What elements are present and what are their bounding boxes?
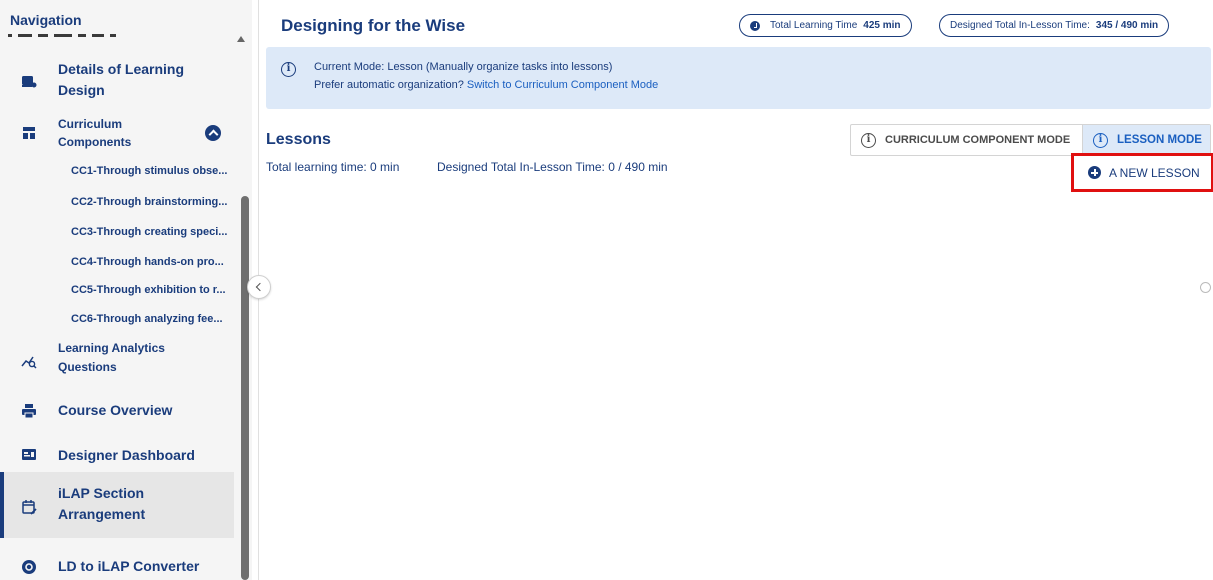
curriculum-component-mode-button[interactable]: i CURRICULUM COMPONENT MODE bbox=[851, 125, 1083, 155]
lesson-mode-button[interactable]: i LESSON MODE bbox=[1083, 125, 1210, 155]
scroll-up-arrow[interactable] bbox=[237, 36, 245, 42]
clock-icon bbox=[750, 20, 760, 31]
total-learning-time-text: Total learning time: 0 min bbox=[266, 160, 400, 174]
loading-indicator bbox=[1200, 282, 1211, 293]
designed-in-lesson-time-badge: Designed Total In-Lesson Time: 345 / 490… bbox=[939, 14, 1170, 37]
designed-time-label: Designed Total In-Lesson Time: bbox=[950, 20, 1090, 31]
converter-icon bbox=[22, 560, 36, 574]
sidebar-item-learning-analytics-questions[interactable]: Learning Analytics Questions bbox=[0, 339, 234, 377]
current-mode-text: Current Mode: Lesson (Manually organize … bbox=[314, 61, 613, 73]
sidebar-item-ilap-section-arrangement[interactable]: iLAP Section Arrangement bbox=[0, 472, 234, 538]
sidebar-item-details-of-learning-design[interactable]: Details of Learning Design bbox=[0, 58, 234, 102]
sidebar-item-label: Curriculum bbox=[58, 117, 123, 131]
sidebar-item-label: Details of Learning bbox=[58, 61, 185, 77]
sidebar-item-ld-to-ilap-converter[interactable]: LD to iLAP Converter bbox=[0, 556, 234, 578]
sidebar-item-label: Questions bbox=[58, 360, 117, 374]
sidebar-item-label: Learning Analytics bbox=[58, 341, 165, 355]
info-icon: i bbox=[281, 62, 296, 77]
sidebar-item-label: Arrangement bbox=[58, 506, 146, 522]
info-icon: i bbox=[861, 132, 876, 148]
sidebar-item-curriculum-components[interactable]: Curriculum Components bbox=[0, 114, 234, 152]
sidebar-subitem-cc1[interactable]: CC1-Through stimulus obse... bbox=[71, 165, 227, 177]
sidebar-subitem-cc3[interactable]: CC3-Through creating speci... bbox=[71, 226, 227, 238]
curriculum-mode-label: CURRICULUM COMPONENT MODE bbox=[885, 134, 1071, 146]
total-learning-time-badge: Total Learning Time 425 min bbox=[739, 14, 912, 37]
page-title: Designing for the Wise bbox=[281, 16, 466, 35]
sidebar-item-designer-dashboard[interactable]: Designer Dashboard bbox=[0, 445, 234, 467]
info-icon: i bbox=[1093, 132, 1108, 148]
sidebar-subitem-cc2[interactable]: CC2-Through brainstorming... bbox=[71, 196, 227, 208]
new-lesson-label: A NEW LESSON bbox=[1109, 165, 1200, 180]
switch-mode-prefix: Prefer automatic organization? bbox=[314, 79, 464, 91]
sidebar-subitem-cc4[interactable]: CC4-Through hands-on pro... bbox=[71, 256, 224, 268]
plus-circle-icon bbox=[1088, 166, 1101, 179]
analytics-search-icon bbox=[21, 356, 37, 369]
designed-in-lesson-time-text: Designed Total In-Lesson Time: 0 / 490 m… bbox=[437, 160, 668, 174]
printer-icon bbox=[22, 404, 36, 419]
sidebar-item-label: LD to iLAP Converter bbox=[58, 558, 200, 574]
sidebar-title: Navigation bbox=[10, 12, 82, 28]
chevron-up-icon[interactable] bbox=[205, 125, 221, 141]
lesson-mode-label: LESSON MODE bbox=[1117, 134, 1202, 146]
cut-off-nav-item bbox=[8, 30, 168, 38]
sidebar-item-label: Course Overview bbox=[58, 402, 173, 418]
switch-to-curriculum-mode-link[interactable]: Switch to Curriculum Component Mode bbox=[467, 79, 658, 91]
mode-info-banner bbox=[266, 47, 1211, 109]
sidebar-item-course-overview[interactable]: Course Overview bbox=[0, 400, 234, 422]
sidebar-item-label: Design bbox=[58, 82, 105, 98]
sidebar-scrollbar-thumb[interactable] bbox=[241, 196, 249, 580]
sidebar-subitem-cc5[interactable]: CC5-Through exhibition to r... bbox=[71, 284, 226, 296]
layout-grid-icon bbox=[23, 127, 35, 139]
switch-mode-text: Prefer automatic organization? Switch to… bbox=[314, 79, 658, 91]
designed-time-value: 345 / 490 min bbox=[1095, 20, 1159, 31]
lessons-heading: Lessons bbox=[266, 131, 331, 148]
calendar-edit-icon bbox=[22, 500, 37, 515]
sidebar-item-label: Designer Dashboard bbox=[58, 447, 195, 463]
mode-toggle-group: i CURRICULUM COMPONENT MODE i LESSON MOD… bbox=[850, 124, 1211, 156]
presentation-icon bbox=[22, 449, 36, 460]
sidebar-item-label: Components bbox=[58, 135, 132, 149]
sidebar: Navigation Details of Learning Design Cu… bbox=[0, 0, 252, 580]
book-person-icon bbox=[22, 76, 37, 88]
sidebar-item-label: iLAP Section bbox=[58, 485, 145, 501]
total-learning-time-value: 425 min bbox=[863, 20, 901, 31]
collapse-sidebar-button[interactable] bbox=[247, 275, 271, 299]
new-lesson-button[interactable]: A NEW LESSON bbox=[1071, 153, 1213, 192]
total-learning-time-label: Total Learning Time bbox=[770, 20, 858, 31]
sidebar-subitem-cc6[interactable]: CC6-Through analyzing fee... bbox=[71, 313, 223, 325]
